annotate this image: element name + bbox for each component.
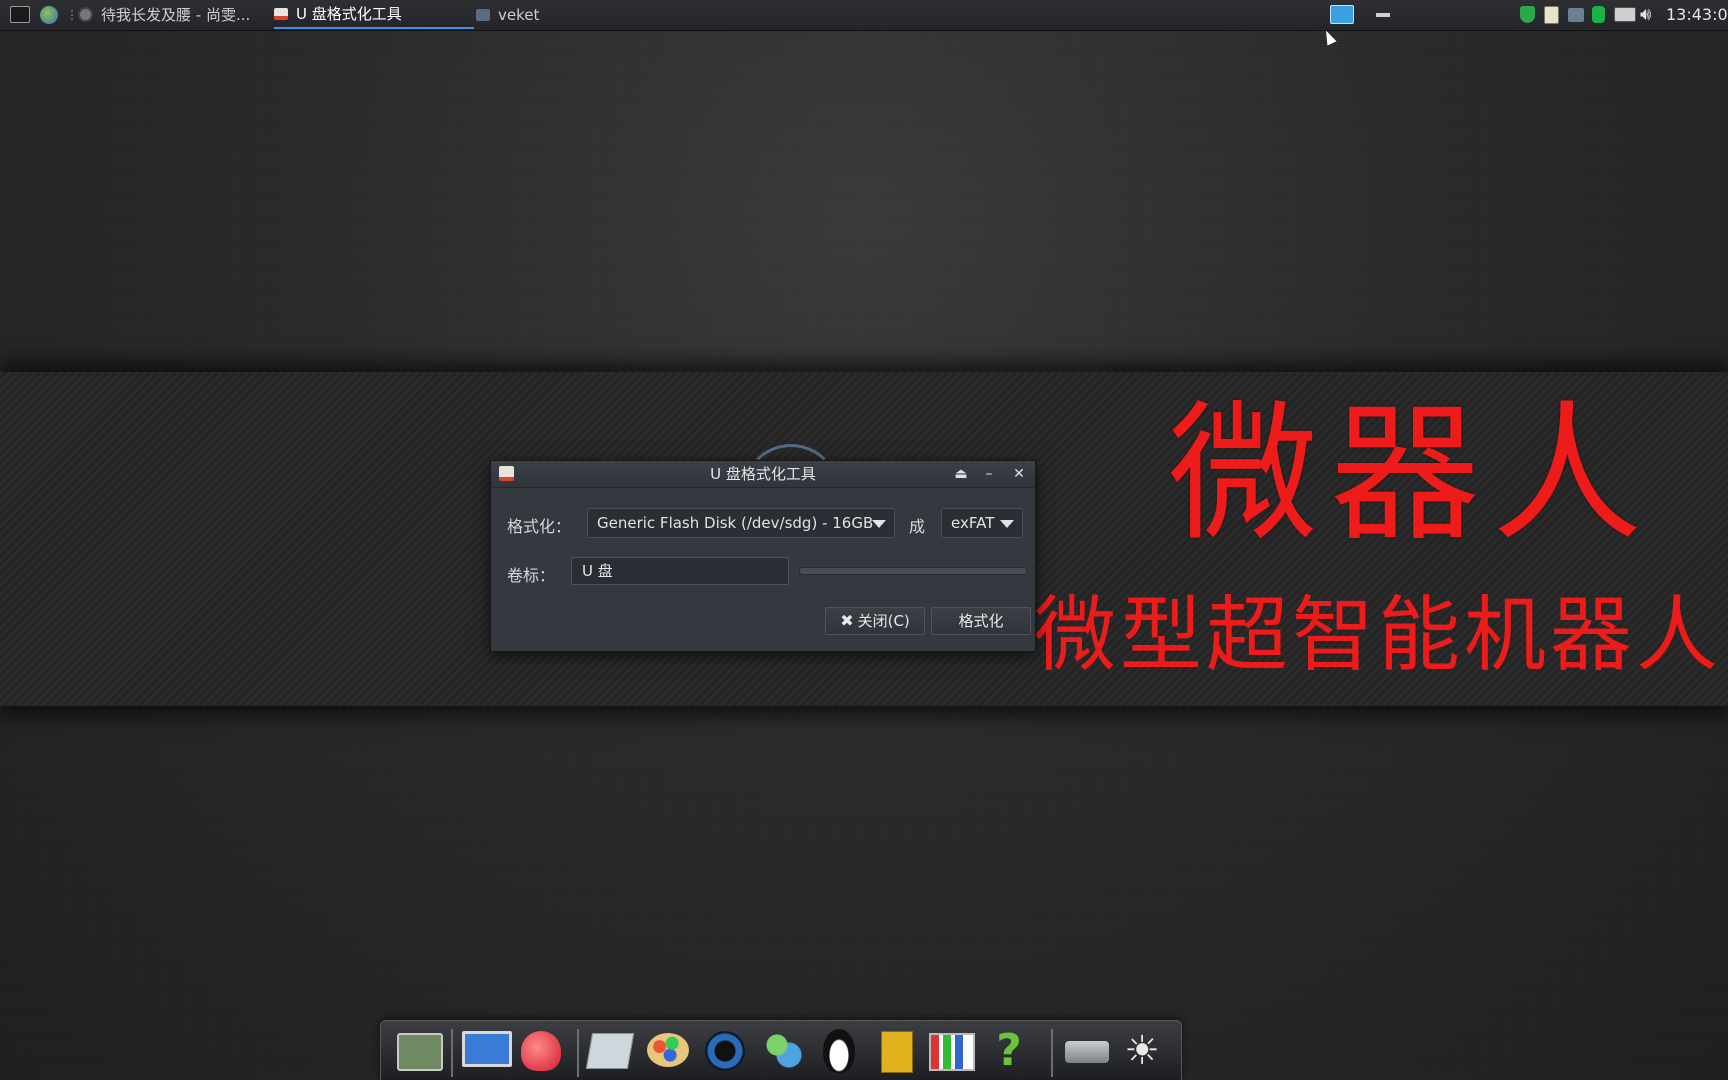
computer-icon[interactable]	[459, 1027, 512, 1075]
tray-clipboard[interactable]	[1544, 0, 1559, 29]
minimize-button[interactable]: –	[979, 464, 999, 484]
network-icon	[1568, 7, 1584, 22]
format-progress-bar	[799, 567, 1027, 575]
clipboard-icon	[1544, 5, 1559, 24]
task-music-label: 待我长发及腰 - 尚雯...	[101, 6, 251, 24]
mouse-cursor-icon	[1321, 28, 1337, 46]
dock: ? ☀	[380, 1020, 1182, 1080]
usb-format-dialog: U 盘格式化工具 ⏏ – ✕ 格式化： Generic Flash Disk (…	[490, 460, 1036, 652]
qq-penguin-icon[interactable]	[813, 1027, 863, 1075]
close-button-label: 关闭(C)	[857, 612, 910, 630]
tray-storage[interactable]	[1592, 0, 1605, 29]
chevron-down-icon	[1000, 520, 1014, 528]
dialog-titlebar[interactable]: U 盘格式化工具 ⏏ – ✕	[491, 461, 1035, 488]
terminal-icon	[10, 6, 30, 23]
format-label: 格式化：	[507, 517, 572, 536]
format-button-label: 格式化	[958, 612, 1004, 630]
task-usb-format[interactable]: U 盘格式化工具	[274, 0, 474, 29]
close-button[interactable]: ✖ 关闭(C)	[825, 607, 925, 635]
banner-subtitle: 微型超智能机器人	[1034, 588, 1723, 683]
volume-icon: 🔊︎	[1640, 4, 1652, 25]
shade-button[interactable]: ⏏	[951, 464, 971, 484]
volume-label-label: 卷标：	[507, 566, 556, 585]
dock-separator	[451, 1029, 453, 1077]
help-icon[interactable]: ?	[983, 1027, 1033, 1075]
brightness-icon[interactable]: ☀	[1117, 1027, 1167, 1075]
volume-label-input[interactable]: U 盘	[571, 557, 789, 585]
text-editor-icon[interactable]	[585, 1027, 635, 1075]
database-icon	[1592, 6, 1605, 23]
terminal-launcher[interactable]	[10, 0, 30, 29]
task-music[interactable]: 待我长发及腰 - 尚雯...	[78, 0, 260, 29]
close-x-icon: ✖	[840, 611, 854, 630]
contacts-icon[interactable]	[871, 1027, 921, 1075]
media-player-icon[interactable]	[699, 1027, 749, 1075]
globe-icon	[40, 5, 58, 24]
panel-clock: 13:43:0	[1666, 5, 1728, 24]
banner-title: 微器人	[1168, 388, 1655, 562]
keyboard-icon	[1614, 7, 1636, 22]
filesystem-select[interactable]: exFAT	[941, 508, 1023, 538]
top-panel: ⋮ 待我长发及腰 - 尚雯... U 盘格式化工具 veket 🔊︎ 13:43…	[0, 0, 1728, 31]
chart-icon[interactable]	[925, 1027, 975, 1075]
tray-network[interactable]	[1568, 0, 1584, 29]
filesystem-select-value: exFAT	[951, 514, 995, 532]
chat-icon[interactable]	[757, 1027, 807, 1075]
desktop-settings-icon[interactable]	[393, 1027, 443, 1075]
task-usb-format-label: U 盘格式化工具	[296, 5, 402, 23]
to-label: 成	[909, 517, 926, 536]
drive-icon[interactable]	[1061, 1027, 1111, 1075]
minimize-icon: –	[985, 466, 993, 482]
dock-separator	[577, 1029, 579, 1077]
usb-format-app-icon	[274, 7, 288, 20]
media-icon	[78, 7, 93, 22]
close-window-button[interactable]: ✕	[1009, 464, 1029, 484]
tray-shield[interactable]	[1520, 0, 1535, 29]
device-select[interactable]: Generic Flash Disk (/dev/sdg) - 16GB	[587, 508, 895, 538]
tray-volume[interactable]: 🔊︎	[1640, 0, 1651, 29]
minimize-all-button[interactable]	[1376, 0, 1390, 29]
chevron-down-icon	[872, 520, 886, 528]
task-veket-label: veket	[498, 5, 540, 24]
format-button[interactable]: 格式化	[931, 607, 1031, 635]
folder-icon	[476, 8, 490, 21]
task-veket[interactable]: veket	[476, 0, 616, 29]
browser-launcher[interactable]	[40, 0, 58, 29]
tray-keyboard[interactable]	[1614, 0, 1636, 29]
squirrel-icon[interactable]	[515, 1027, 565, 1075]
panel-separator-icon: ⋮	[66, 7, 78, 22]
dock-separator	[1051, 1029, 1053, 1077]
eject-icon: ⏏	[954, 466, 968, 482]
monitor-icon	[1330, 5, 1354, 24]
show-desktop-button[interactable]	[1330, 0, 1354, 29]
close-icon: ✕	[1013, 466, 1025, 482]
paint-icon[interactable]	[643, 1027, 693, 1075]
device-select-value: Generic Flash Disk (/dev/sdg) - 16GB	[597, 514, 874, 532]
minus-icon	[1376, 12, 1390, 17]
shield-icon	[1520, 6, 1535, 23]
